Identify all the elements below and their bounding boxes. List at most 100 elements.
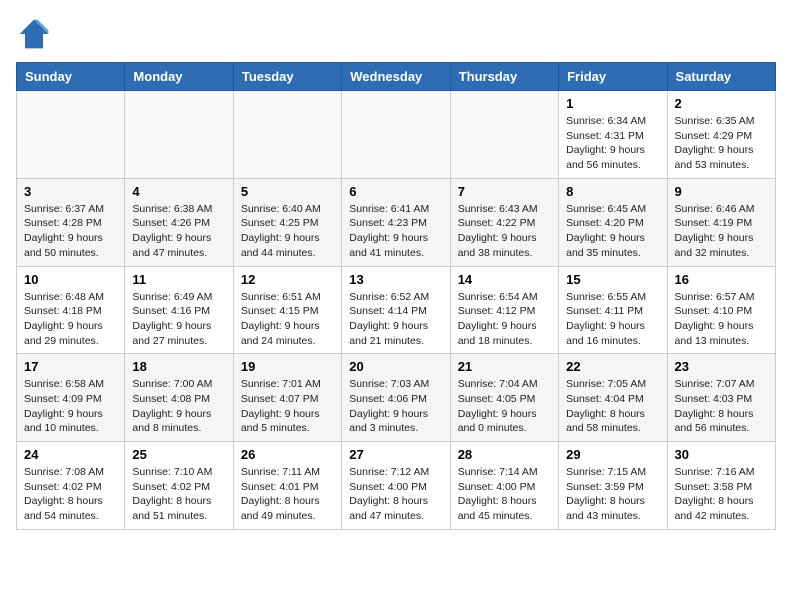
- column-header-thursday: Thursday: [450, 63, 558, 91]
- day-number: 14: [458, 272, 551, 287]
- day-info: Sunrise: 7:05 AMSunset: 4:04 PMDaylight:…: [566, 377, 659, 436]
- day-cell: 18 Sunrise: 7:00 AMSunset: 4:08 PMDayligh…: [125, 354, 233, 442]
- column-header-friday: Friday: [559, 63, 667, 91]
- column-header-wednesday: Wednesday: [342, 63, 450, 91]
- day-info: Sunrise: 7:04 AMSunset: 4:05 PMDaylight:…: [458, 377, 551, 436]
- day-number: 10: [24, 272, 117, 287]
- week-row-5: 24 Sunrise: 7:08 AMSunset: 4:02 PMDayligh…: [17, 442, 776, 530]
- column-header-tuesday: Tuesday: [233, 63, 341, 91]
- day-info: Sunrise: 7:12 AMSunset: 4:00 PMDaylight:…: [349, 465, 442, 524]
- week-row-4: 17 Sunrise: 6:58 AMSunset: 4:09 PMDayligh…: [17, 354, 776, 442]
- day-number: 4: [132, 184, 225, 199]
- day-cell: 15Sunrise: 6:55 AMSunset: 4:11 PMDayligh…: [559, 266, 667, 354]
- day-cell: 20Sunrise: 7:03 AMSunset: 4:06 PMDayligh…: [342, 354, 450, 442]
- day-info: Sunrise: 6:40 AMSunset: 4:25 PMDaylight:…: [241, 202, 334, 261]
- day-cell: 24 Sunrise: 7:08 AMSunset: 4:02 PMDayligh…: [17, 442, 125, 530]
- day-number: 24: [24, 447, 117, 462]
- day-number: 21: [458, 359, 551, 374]
- day-number: 22: [566, 359, 659, 374]
- day-info: Sunrise: 7:16 AMSunset: 3:58 PMDaylight:…: [675, 465, 768, 524]
- day-cell: [233, 91, 341, 179]
- day-number: 23: [675, 359, 768, 374]
- day-info: Sunrise: 7:03 AMSunset: 4:06 PMDaylight:…: [349, 377, 442, 436]
- day-cell: 26 Sunrise: 7:11 AMSunset: 4:01 PMDayligh…: [233, 442, 341, 530]
- week-row-2: 3 Sunrise: 6:37 AMSunset: 4:28 PMDaylight…: [17, 178, 776, 266]
- day-number: 1: [566, 96, 659, 111]
- day-number: 8: [566, 184, 659, 199]
- day-info: Sunrise: 6:45 AMSunset: 4:20 PMDaylight:…: [566, 202, 659, 261]
- day-cell: 28 Sunrise: 7:14 AMSunset: 4:00 PMDayligh…: [450, 442, 558, 530]
- day-cell: 13 Sunrise: 6:52 AMSunset: 4:14 PMDayligh…: [342, 266, 450, 354]
- calendar-header-row: SundayMondayTuesdayWednesdayThursdayFrid…: [17, 63, 776, 91]
- day-info: Sunrise: 7:01 AMSunset: 4:07 PMDaylight:…: [241, 377, 334, 436]
- day-cell: 12Sunrise: 6:51 AMSunset: 4:15 PMDayligh…: [233, 266, 341, 354]
- day-cell: 6 Sunrise: 6:41 AMSunset: 4:23 PMDaylight…: [342, 178, 450, 266]
- day-number: 7: [458, 184, 551, 199]
- day-number: 29: [566, 447, 659, 462]
- day-cell: 11 Sunrise: 6:49 AMSunset: 4:16 PMDayligh…: [125, 266, 233, 354]
- day-cell: 14 Sunrise: 6:54 AMSunset: 4:12 PMDayligh…: [450, 266, 558, 354]
- day-info: Sunrise: 6:52 AMSunset: 4:14 PMDaylight:…: [349, 290, 442, 349]
- day-cell: 23 Sunrise: 7:07 AMSunset: 4:03 PMDayligh…: [667, 354, 775, 442]
- day-cell: 27 Sunrise: 7:12 AMSunset: 4:00 PMDayligh…: [342, 442, 450, 530]
- column-header-monday: Monday: [125, 63, 233, 91]
- day-info: Sunrise: 7:14 AMSunset: 4:00 PMDaylight:…: [458, 465, 551, 524]
- day-info: Sunrise: 6:41 AMSunset: 4:23 PMDaylight:…: [349, 202, 442, 261]
- day-info: Sunrise: 6:43 AMSunset: 4:22 PMDaylight:…: [458, 202, 551, 261]
- column-header-saturday: Saturday: [667, 63, 775, 91]
- day-cell: 5 Sunrise: 6:40 AMSunset: 4:25 PMDaylight…: [233, 178, 341, 266]
- day-cell: [450, 91, 558, 179]
- day-info: Sunrise: 7:07 AMSunset: 4:03 PMDaylight:…: [675, 377, 768, 436]
- day-cell: 10 Sunrise: 6:48 AMSunset: 4:18 PMDayligh…: [17, 266, 125, 354]
- day-number: 3: [24, 184, 117, 199]
- day-cell: 3 Sunrise: 6:37 AMSunset: 4:28 PMDaylight…: [17, 178, 125, 266]
- day-number: 17: [24, 359, 117, 374]
- day-cell: 21 Sunrise: 7:04 AMSunset: 4:05 PMDayligh…: [450, 354, 558, 442]
- day-number: 15: [566, 272, 659, 287]
- day-info: Sunrise: 6:46 AMSunset: 4:19 PMDaylight:…: [675, 202, 768, 261]
- day-info: Sunrise: 6:49 AMSunset: 4:16 PMDaylight:…: [132, 290, 225, 349]
- day-cell: 9 Sunrise: 6:46 AMSunset: 4:19 PMDaylight…: [667, 178, 775, 266]
- day-number: 16: [675, 272, 768, 287]
- day-info: Sunrise: 6:37 AMSunset: 4:28 PMDaylight:…: [24, 202, 117, 261]
- week-row-1: 1 Sunrise: 6:34 AMSunset: 4:31 PMDaylight…: [17, 91, 776, 179]
- day-info: Sunrise: 6:34 AMSunset: 4:31 PMDaylight:…: [566, 114, 659, 173]
- logo-icon: [16, 16, 52, 52]
- day-info: Sunrise: 7:08 AMSunset: 4:02 PMDaylight:…: [24, 465, 117, 524]
- logo: [16, 16, 56, 52]
- day-cell: 30 Sunrise: 7:16 AMSunset: 3:58 PMDayligh…: [667, 442, 775, 530]
- day-number: 9: [675, 184, 768, 199]
- day-info: Sunrise: 6:35 AMSunset: 4:29 PMDaylight:…: [675, 114, 768, 173]
- day-cell: [125, 91, 233, 179]
- day-info: Sunrise: 7:00 AMSunset: 4:08 PMDaylight:…: [132, 377, 225, 436]
- day-cell: 22 Sunrise: 7:05 AMSunset: 4:04 PMDayligh…: [559, 354, 667, 442]
- day-number: 13: [349, 272, 442, 287]
- day-number: 11: [132, 272, 225, 287]
- day-cell: 2Sunrise: 6:35 AMSunset: 4:29 PMDaylight…: [667, 91, 775, 179]
- day-cell: 1 Sunrise: 6:34 AMSunset: 4:31 PMDaylight…: [559, 91, 667, 179]
- day-number: 30: [675, 447, 768, 462]
- week-row-3: 10 Sunrise: 6:48 AMSunset: 4:18 PMDayligh…: [17, 266, 776, 354]
- day-info: Sunrise: 7:10 AMSunset: 4:02 PMDaylight:…: [132, 465, 225, 524]
- day-info: Sunrise: 6:48 AMSunset: 4:18 PMDaylight:…: [24, 290, 117, 349]
- day-number: 27: [349, 447, 442, 462]
- day-number: 19: [241, 359, 334, 374]
- day-number: 12: [241, 272, 334, 287]
- day-number: 28: [458, 447, 551, 462]
- calendar-table: SundayMondayTuesdayWednesdayThursdayFrid…: [16, 62, 776, 530]
- day-cell: 29 Sunrise: 7:15 AMSunset: 3:59 PMDayligh…: [559, 442, 667, 530]
- day-number: 5: [241, 184, 334, 199]
- day-info: Sunrise: 6:54 AMSunset: 4:12 PMDaylight:…: [458, 290, 551, 349]
- day-cell: 8 Sunrise: 6:45 AMSunset: 4:20 PMDaylight…: [559, 178, 667, 266]
- day-cell: 25Sunrise: 7:10 AMSunset: 4:02 PMDayligh…: [125, 442, 233, 530]
- day-info: Sunrise: 6:58 AMSunset: 4:09 PMDaylight:…: [24, 377, 117, 436]
- day-cell: 4Sunrise: 6:38 AMSunset: 4:26 PMDaylight…: [125, 178, 233, 266]
- day-cell: 19 Sunrise: 7:01 AMSunset: 4:07 PMDayligh…: [233, 354, 341, 442]
- day-cell: 16Sunrise: 6:57 AMSunset: 4:10 PMDayligh…: [667, 266, 775, 354]
- day-info: Sunrise: 7:15 AMSunset: 3:59 PMDaylight:…: [566, 465, 659, 524]
- day-info: Sunrise: 7:11 AMSunset: 4:01 PMDaylight:…: [241, 465, 334, 524]
- day-number: 18: [132, 359, 225, 374]
- day-number: 26: [241, 447, 334, 462]
- day-number: 6: [349, 184, 442, 199]
- day-cell: [17, 91, 125, 179]
